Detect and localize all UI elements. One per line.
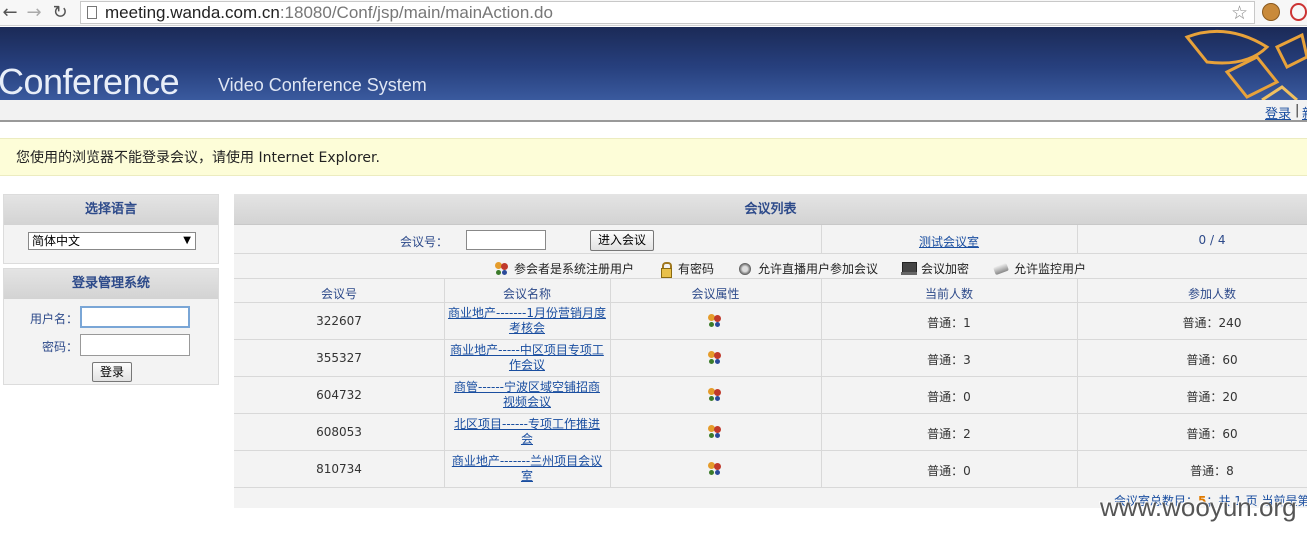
total-count: 普通：60	[1186, 353, 1238, 367]
test-room-link[interactable]: 测试会议室	[821, 233, 1077, 250]
users-icon	[707, 462, 723, 476]
meeting-id: 608053	[316, 425, 362, 439]
total-count: 普通：8	[1190, 464, 1234, 478]
legend-registered-users: 参会者是系统注册用户	[494, 260, 634, 277]
back-arrow-icon[interactable]: ←	[0, 2, 20, 24]
users-icon	[707, 351, 723, 365]
cookie-extension-icon[interactable]	[1262, 3, 1280, 21]
test-room-count: 0 / 4	[1198, 233, 1226, 247]
browser-toolbar: ← → ↻ meeting.wanda.com.cn :18080/Conf/j…	[0, 0, 1307, 26]
banner-decoration	[1184, 29, 1307, 100]
legend-password: 有密码	[660, 260, 715, 278]
login-button[interactable]: 登录	[92, 362, 132, 382]
total-count: 普通：60	[1186, 427, 1238, 441]
meeting-id: 810734	[316, 462, 362, 476]
meeting-name-line2[interactable]: 考核会	[509, 321, 545, 335]
language-selected: 简体中文	[32, 234, 81, 248]
column-header-name: 会议名称	[502, 287, 551, 301]
total-count: 普通：240	[1182, 316, 1242, 330]
language-panel-title: 选择语言	[4, 195, 218, 225]
language-select[interactable]: 简体中文 ▼	[28, 232, 196, 250]
meeting-name-line2[interactable]: 视频会议	[503, 395, 551, 409]
column-header-current: 当前人数	[924, 287, 973, 301]
total-count: 普通：20	[1186, 390, 1238, 404]
meeting-id: 355327	[316, 351, 362, 365]
current-count: 普通：0	[927, 464, 971, 478]
meeting-name-line1[interactable]: 商业地产-------1月份营销月度	[448, 306, 606, 320]
meeting-name-line1[interactable]: 商管------宁波区域空铺招商	[454, 380, 600, 394]
meeting-name-line1[interactable]: 商业地产-------兰州项目会议	[452, 454, 602, 468]
legend-monitor: 允许监控用户	[994, 260, 1086, 277]
meeting-name-link[interactable]: 商管------宁波区域空铺招商 视频会议	[444, 380, 610, 410]
meeting-name-link[interactable]: 商业地产-----中区项目专项工 作会议	[444, 343, 610, 373]
extension-icon[interactable]	[1290, 3, 1307, 21]
legend-label: 允许直播用户参加会议	[758, 262, 879, 276]
login-link[interactable]: 登录	[1265, 103, 1291, 122]
meeting-id: 322607	[316, 314, 362, 328]
meeting-name-line2[interactable]: 作会议	[509, 358, 545, 372]
lock-icon	[660, 261, 672, 278]
top-links-bar: 登录 | 新	[0, 100, 1307, 122]
users-icon	[707, 388, 723, 402]
password-input[interactable]	[80, 334, 190, 356]
monitor-icon	[994, 262, 1010, 276]
column-header-id: 会议号	[320, 287, 357, 301]
register-link[interactable]: 新	[1302, 103, 1307, 122]
username-input[interactable]	[80, 306, 190, 328]
column-header-attributes: 会议属性	[691, 287, 740, 301]
page-icon	[87, 6, 97, 19]
forward-arrow-icon[interactable]: →	[24, 2, 44, 24]
reload-icon[interactable]: ↻	[50, 2, 70, 24]
login-panel: 登录管理系统 用户名： 密码： 登录	[3, 268, 219, 385]
current-count: 普通：0	[927, 390, 971, 404]
meeting-list-panel: 会议列表 会议号： 进入会议 测试会议室 0 / 4 参会者是系统注册用户 有密…	[234, 194, 1307, 508]
bookmark-star-icon[interactable]: ☆	[1231, 2, 1248, 24]
banner-subtitle: Video Conference System	[218, 75, 427, 95]
url-host: meeting.wanda.com.cn	[105, 2, 280, 22]
login-panel-title: 登录管理系统	[4, 269, 218, 299]
meeting-name-line1[interactable]: 北区项目------专项工作推进	[454, 417, 600, 431]
legend-label: 允许监控用户	[1014, 262, 1087, 276]
encrypt-icon	[901, 261, 917, 276]
language-panel: 选择语言 简体中文 ▼	[3, 194, 219, 264]
meeting-no-input[interactable]	[466, 230, 546, 250]
broadcast-icon	[738, 262, 754, 276]
meeting-name-line1[interactable]: 商业地产-----中区项目专项工	[450, 343, 604, 357]
meeting-name-line2[interactable]: 室	[521, 469, 533, 483]
password-label: 密码：	[41, 340, 78, 354]
current-count: 普通：2	[927, 427, 971, 441]
address-bar[interactable]: meeting.wanda.com.cn :18080/Conf/jsp/mai…	[80, 1, 1255, 24]
url-path: :18080/Conf/jsp/main/mainAction.do	[279, 2, 553, 22]
meeting-no-label: 会议号：	[399, 235, 448, 249]
meeting-id: 604732	[316, 388, 362, 402]
users-icon	[707, 314, 723, 328]
meeting-name-link[interactable]: 商业地产-------兰州项目会议 室	[444, 454, 610, 484]
legend-broadcast: 允许直播用户参加会议	[738, 260, 878, 277]
current-count: 普通：3	[927, 353, 971, 367]
conference-logo: Conference	[0, 61, 180, 100]
legend-label: 会议加密	[921, 262, 970, 276]
site-banner: Conference Video Conference System	[0, 27, 1307, 100]
enter-meeting-button[interactable]: 进入会议	[590, 230, 654, 251]
legend-label: 有密码	[678, 262, 715, 276]
meeting-name-link[interactable]: 商业地产-------1月份营销月度 考核会	[444, 306, 610, 336]
users-icon	[494, 261, 510, 276]
watermark: www.wooyun.org	[1100, 492, 1297, 522]
dropdown-arrow-icon: ▼	[183, 235, 191, 246]
current-count: 普通：1	[927, 316, 971, 330]
username-label: 用户名：	[29, 312, 78, 326]
browser-warning: 您使用的浏览器不能登录会议，请使用 Internet Explorer.	[0, 138, 1307, 176]
link-separator: |	[1295, 103, 1300, 118]
users-icon	[707, 425, 723, 439]
meeting-list-title: 会议列表	[234, 194, 1307, 225]
meeting-name-line2[interactable]: 会	[521, 432, 533, 446]
legend-encrypt: 会议加密	[901, 260, 969, 277]
meeting-name-link[interactable]: 北区项目------专项工作推进 会	[444, 417, 610, 447]
column-header-total: 参加人数	[1187, 287, 1236, 301]
legend-label: 参会者是系统注册用户	[514, 262, 635, 276]
